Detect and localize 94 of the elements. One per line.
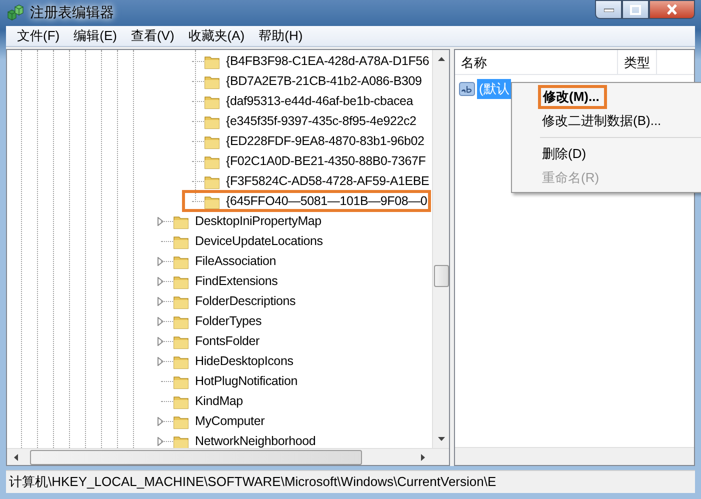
folder-icon [173,294,189,308]
folder-icon [204,154,220,168]
tree-item-label: FontsFolder [194,333,260,349]
expand-icon[interactable] [157,356,164,366]
tree-row[interactable]: {BD7A2E7B-21CB-41b2-A086-B309 [183,71,432,91]
menu-item[interactable]: 查看(V) [124,25,182,47]
expand-icon[interactable] [157,216,164,226]
menu-item[interactable]: 文件(F) [10,25,67,47]
tree-item-label: {BD7A2E7B-21CB-41b2-A086-B309 [225,73,423,89]
close-button[interactable] [649,0,695,19]
folder-icon [204,54,220,68]
tree-row[interactable]: DesktopIniPropertyMap [152,211,432,231]
menu-item[interactable]: 帮助(H) [252,25,310,47]
folder-icon [204,74,220,88]
tree-row[interactable]: NetworkNeighborhood [152,431,432,448]
tree-item-label: DesktopIniPropertyMap [194,213,322,229]
menu-item[interactable]: 编辑(E) [66,25,124,47]
horizontal-scrollbar[interactable] [455,447,694,465]
window-title: 注册表编辑器 [30,4,115,22]
tree-row[interactable]: FolderDescriptions [152,291,432,311]
tree-item-label: {F02C1A0D-BE21-4350-88B0-7367F [225,153,427,169]
expand-icon[interactable] [157,336,164,346]
tree-row[interactable]: {B4FB3F98-C1EA-428d-A78A-D1F56 [183,51,432,71]
scroll-thumb[interactable] [434,265,448,287]
tree-item-label: DeviceUpdateLocations [194,233,324,249]
scroll-thumb[interactable] [30,450,362,464]
tree-row[interactable]: {e345f35f-9397-435c-8f95-4e922c2 [183,111,432,131]
tree-row[interactable]: FolderTypes [152,311,432,331]
tree-row[interactable]: MyComputer [152,411,432,431]
tree-item-label: {daf95313-e44d-46af-be1b-cbacea [225,93,414,109]
tree-row[interactable]: {F3F5824C-AD58-4728-AF59-A1EBE [183,171,432,191]
folder-icon [173,354,189,368]
minimize-button[interactable] [595,0,622,19]
maximize-button[interactable] [622,0,649,19]
folder-icon [173,334,189,348]
folder-icon [204,174,220,188]
tree-item-label: NetworkNeighborhood [194,433,317,448]
string-value-icon [459,82,475,96]
folder-icon [204,194,220,208]
minimize-icon [604,8,614,12]
tree-row[interactable]: HotPlugNotification [152,371,432,391]
folder-icon [173,374,189,388]
tree-row[interactable]: {645FFO40—5081—101B—9F08—0 [183,191,430,211]
folder-icon [173,274,189,288]
column-header[interactable]: 名称 [455,50,618,74]
tree-item-label: {645FFO40—5081—101B—9F08—0 [225,193,428,209]
tree-item-label: FolderDescriptions [194,293,297,309]
menu-item[interactable]: 收藏夹(A) [181,25,252,47]
menu-item[interactable]: 修改(M)... [538,85,608,109]
tree-row[interactable]: KindMap [152,391,432,411]
expand-icon[interactable] [157,276,164,286]
folder-icon [173,234,189,248]
tree-item-label: MyComputer [194,413,266,429]
tree-row[interactable]: {daf95313-e44d-46af-be1b-cbacea [183,91,432,111]
tree-item-label: {F3F5824C-AD58-4728-AF59-A1EBE [225,173,430,189]
folder-icon [173,254,189,268]
folder-icon [173,394,189,408]
expand-icon[interactable] [157,436,164,446]
status-bar: 计算机\HKEY_LOCAL_MACHINE\SOFTWARE\Microsoft\Windows\CurrentVersion\E [6,470,695,493]
tree-row[interactable]: FontsFolder [152,331,432,351]
tree-row[interactable]: DeviceUpdateLocations [152,231,432,251]
expand-icon[interactable] [157,316,164,326]
menu-item[interactable]: 删除(D) [514,142,701,166]
tree-item-label: HotPlugNotification [194,373,299,389]
folder-icon [173,434,189,448]
maximize-icon [630,4,641,14]
tree-item-label: FindExtensions [194,273,279,289]
tree-row[interactable]: {F02C1A0D-BE21-4350-88B0-7367F [183,151,432,171]
vertical-scrollbar[interactable] [432,50,449,448]
tree-row[interactable]: {ED228FDF-9EA8-4870-83b1-96b02 [183,131,432,151]
tree-row[interactable]: HideDesktopIcons [152,351,432,371]
menu-item[interactable]: 修改二进制数据(B)... [514,109,701,133]
folder-icon [204,94,220,108]
folder-icon [204,114,220,128]
tree-item-label: KindMap [194,393,244,409]
tree-row[interactable]: FindExtensions [152,271,432,291]
close-icon [666,4,678,15]
tree-item-label: FolderTypes [194,313,263,329]
expand-icon[interactable] [157,416,164,426]
tree-item-label: FileAssociation [194,253,278,269]
folder-icon [173,314,189,328]
expand-icon[interactable] [157,296,164,306]
tree-item-label: {B4FB3F98-C1EA-428d-A78A-D1F56 [225,53,430,69]
tree-item-label: {ED228FDF-9EA8-4870-83b1-96b02 [225,133,426,149]
folder-icon [173,414,189,428]
tree-item-label: {e345f35f-9397-435c-8f95-4e922c2 [225,113,418,129]
folder-icon [173,214,189,228]
registry-icon [6,4,24,22]
tree-row[interactable]: FileAssociation [152,251,432,271]
expand-icon[interactable] [157,256,164,266]
tree-item-label: HideDesktopIcons [194,353,294,369]
column-header[interactable]: 类型 [618,50,657,74]
folder-icon [204,134,220,148]
horizontal-scrollbar[interactable] [7,448,432,465]
